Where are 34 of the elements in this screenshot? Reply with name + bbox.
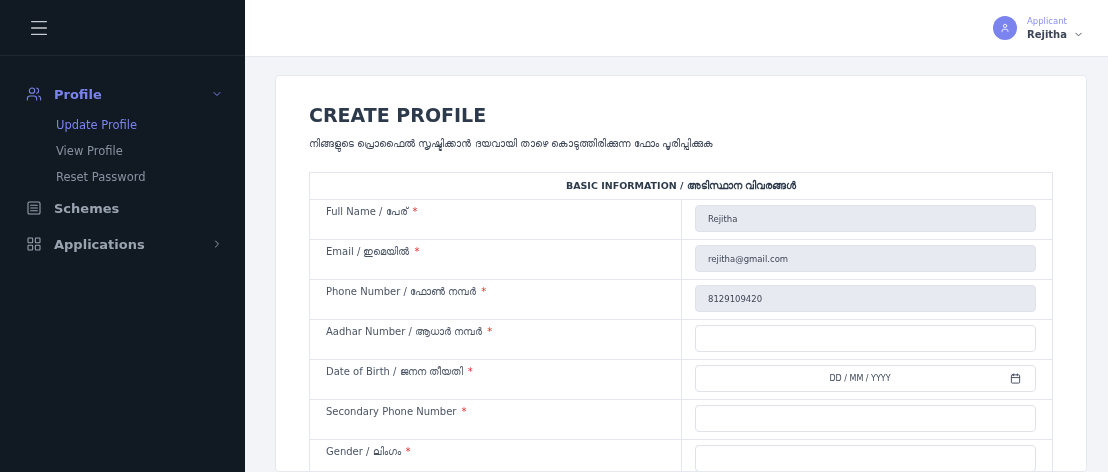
sidebar-item[interactable]: Profile bbox=[26, 76, 223, 112]
required-mark: * bbox=[461, 406, 467, 417]
sidebar-item[interactable]: Schemes bbox=[26, 190, 223, 226]
field-label: Aadhar Number / ആധാർ നമ്പർ bbox=[326, 326, 483, 338]
sidebar-subitem[interactable]: Update Profile bbox=[26, 112, 223, 138]
list-icon bbox=[26, 200, 42, 216]
required-mark: * bbox=[467, 366, 473, 377]
user-role: Applicant bbox=[1027, 16, 1068, 26]
users-icon bbox=[26, 86, 42, 102]
sidebar-subitem[interactable]: Reset Password bbox=[26, 164, 223, 190]
input-field[interactable] bbox=[695, 325, 1036, 352]
field-label: Secondary Phone Number bbox=[326, 406, 457, 417]
field-label: Full Name / പേര് bbox=[326, 206, 408, 218]
avatar[interactable] bbox=[993, 16, 1017, 40]
calendar-icon bbox=[1010, 373, 1021, 384]
field-label: Date of Birth / ജനന തീയതി bbox=[326, 366, 463, 378]
required-mark: * bbox=[412, 206, 418, 217]
user-name[interactable]: Rejitha bbox=[1027, 29, 1067, 40]
section-header: BASIC INFORMATION / അടിസ്ഥാന വിവരങ്ങൾ bbox=[310, 173, 1052, 200]
required-mark: * bbox=[481, 286, 487, 297]
required-mark: * bbox=[487, 326, 493, 337]
required-mark: * bbox=[405, 446, 411, 457]
field-label: Email / ഇമെയിൽ bbox=[326, 246, 410, 258]
grid-icon bbox=[26, 236, 42, 252]
sidebar-subitem[interactable]: View Profile bbox=[26, 138, 223, 164]
input-field[interactable] bbox=[695, 405, 1036, 432]
page-subtitle: നിങ്ങളുടെ പ്രൊഫൈൽ സൃഷ്ടിക്കാൻ ദയവായി താഴെ കൊടുത്തിരിക്കുന്ന ഫോം പൂരിപ്പിക്കുക bbox=[309, 138, 1053, 150]
field-label: Gender / ലിംഗം bbox=[326, 446, 401, 458]
date-field[interactable]: DD / MM / YYYY bbox=[695, 365, 1036, 392]
input-field[interactable] bbox=[695, 445, 1036, 471]
page-title: CREATE PROFILE bbox=[309, 104, 488, 126]
required-mark: * bbox=[414, 246, 420, 257]
field-label: Phone Number / ഫോൺ നമ്പർ bbox=[326, 286, 477, 298]
sidebar-item[interactable]: Applications bbox=[26, 226, 223, 262]
